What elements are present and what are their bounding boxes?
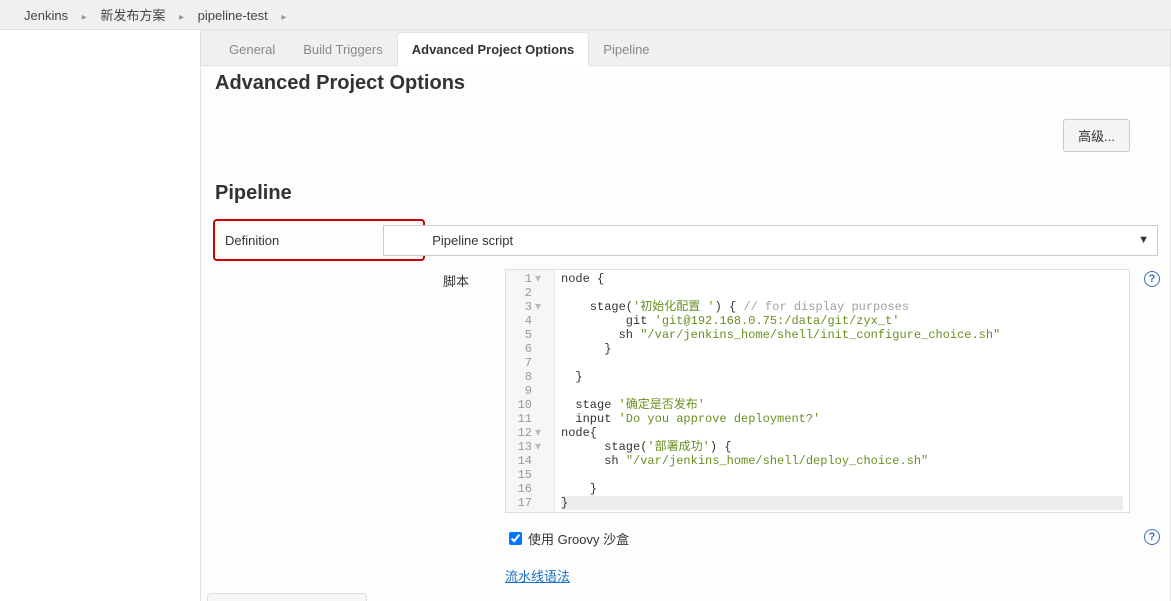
help-icon[interactable]: ?	[1144, 271, 1160, 287]
breadcrumb-item[interactable]: 新发布方案	[96, 5, 169, 24]
script-label: 脚本	[215, 269, 505, 513]
help-icon[interactable]: ?	[1144, 529, 1160, 545]
chevron-down-icon: ▼	[1138, 234, 1149, 246]
pipeline-syntax-link[interactable]: 流水线语法	[505, 569, 570, 584]
sandbox-row: 使用 Groovy 沙盒 ?	[215, 529, 1130, 548]
chevron-right-icon: ▸	[76, 12, 93, 23]
definition-selected-value: Pipeline script	[432, 233, 513, 248]
advanced-project-options-heading: Advanced Project Options	[201, 66, 1170, 95]
script-row: 脚本 ? 1▾2 3▾4 5 6 7 8 9 10 11 12▾13▾14 15…	[215, 269, 1130, 513]
bottom-tab-stub	[207, 593, 367, 601]
chevron-right-icon: ▸	[275, 12, 292, 23]
pipeline-script-editor[interactable]: 1▾2 3▾4 5 6 7 8 9 10 11 12▾13▾14 15 16 1…	[505, 269, 1130, 513]
definition-select[interactable]: Pipeline script ▼	[383, 225, 1158, 256]
config-tabs: General Build Triggers Advanced Project …	[201, 30, 1170, 66]
tab-pipeline[interactable]: Pipeline	[589, 33, 663, 65]
left-sidebar-spacer	[0, 30, 200, 601]
pipeline-heading: Pipeline	[201, 162, 1170, 219]
groovy-sandbox-label[interactable]: 使用 Groovy 沙盒	[528, 529, 629, 548]
editor-code-area[interactable]: node { stage('初始化配置 ') { // for display …	[555, 270, 1129, 512]
definition-label: Definition	[225, 233, 293, 248]
groovy-sandbox-checkbox[interactable]	[509, 532, 522, 545]
definition-row: Definition Pipeline script ▼	[213, 219, 1158, 261]
main-content: General Build Triggers Advanced Project …	[200, 30, 1171, 601]
breadcrumb: Jenkins ▸ 新发布方案 ▸ pipeline-test ▸	[0, 0, 1171, 30]
chevron-right-icon: ▸	[173, 12, 190, 23]
advanced-button[interactable]: 高级...	[1063, 119, 1130, 152]
tab-advanced-project-options[interactable]: Advanced Project Options	[397, 32, 590, 66]
breadcrumb-item[interactable]: Jenkins	[20, 8, 72, 23]
tab-general[interactable]: General	[215, 33, 289, 65]
breadcrumb-item[interactable]: pipeline-test	[194, 8, 272, 23]
editor-gutter: 1▾2 3▾4 5 6 7 8 9 10 11 12▾13▾14 15 16 1…	[506, 270, 555, 512]
tab-build-triggers[interactable]: Build Triggers	[289, 33, 396, 65]
